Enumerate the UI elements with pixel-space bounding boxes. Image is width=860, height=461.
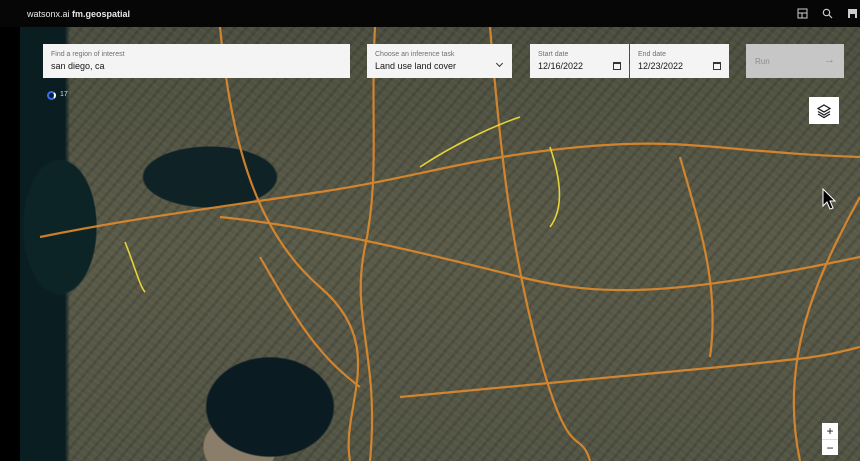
start-date-input[interactable]: Start date 12/16/2022 [530,44,629,78]
layers-icon [816,103,832,118]
inference-task-dropdown[interactable]: Choose an inference task Land use land c… [367,44,512,78]
satellite-map[interactable] [20,27,860,461]
calendar-icon[interactable] [613,62,621,70]
layers-button[interactable] [809,97,839,124]
zoom-out-button[interactable]: − [822,439,838,455]
loading-spinner-icon [47,91,56,100]
run-button[interactable]: Run → [746,44,844,78]
top-bar: watsonx.ai fm.geospatial [0,0,860,27]
arrow-right-icon: → [824,54,835,66]
end-date-input[interactable]: End date 12/23/2022 [630,44,729,78]
brand: watsonx.ai fm.geospatial [27,9,131,19]
calendar-icon[interactable] [713,62,721,70]
dashboard-icon[interactable] [797,8,808,19]
search-icon[interactable] [822,8,833,19]
zoom-in-button[interactable]: + [822,423,838,439]
region-search-input[interactable]: Find a region of interest san diego, ca [43,44,350,78]
road-overlay [39,27,860,461]
loading-count: 17 [60,91,68,98]
save-icon[interactable] [847,8,858,19]
